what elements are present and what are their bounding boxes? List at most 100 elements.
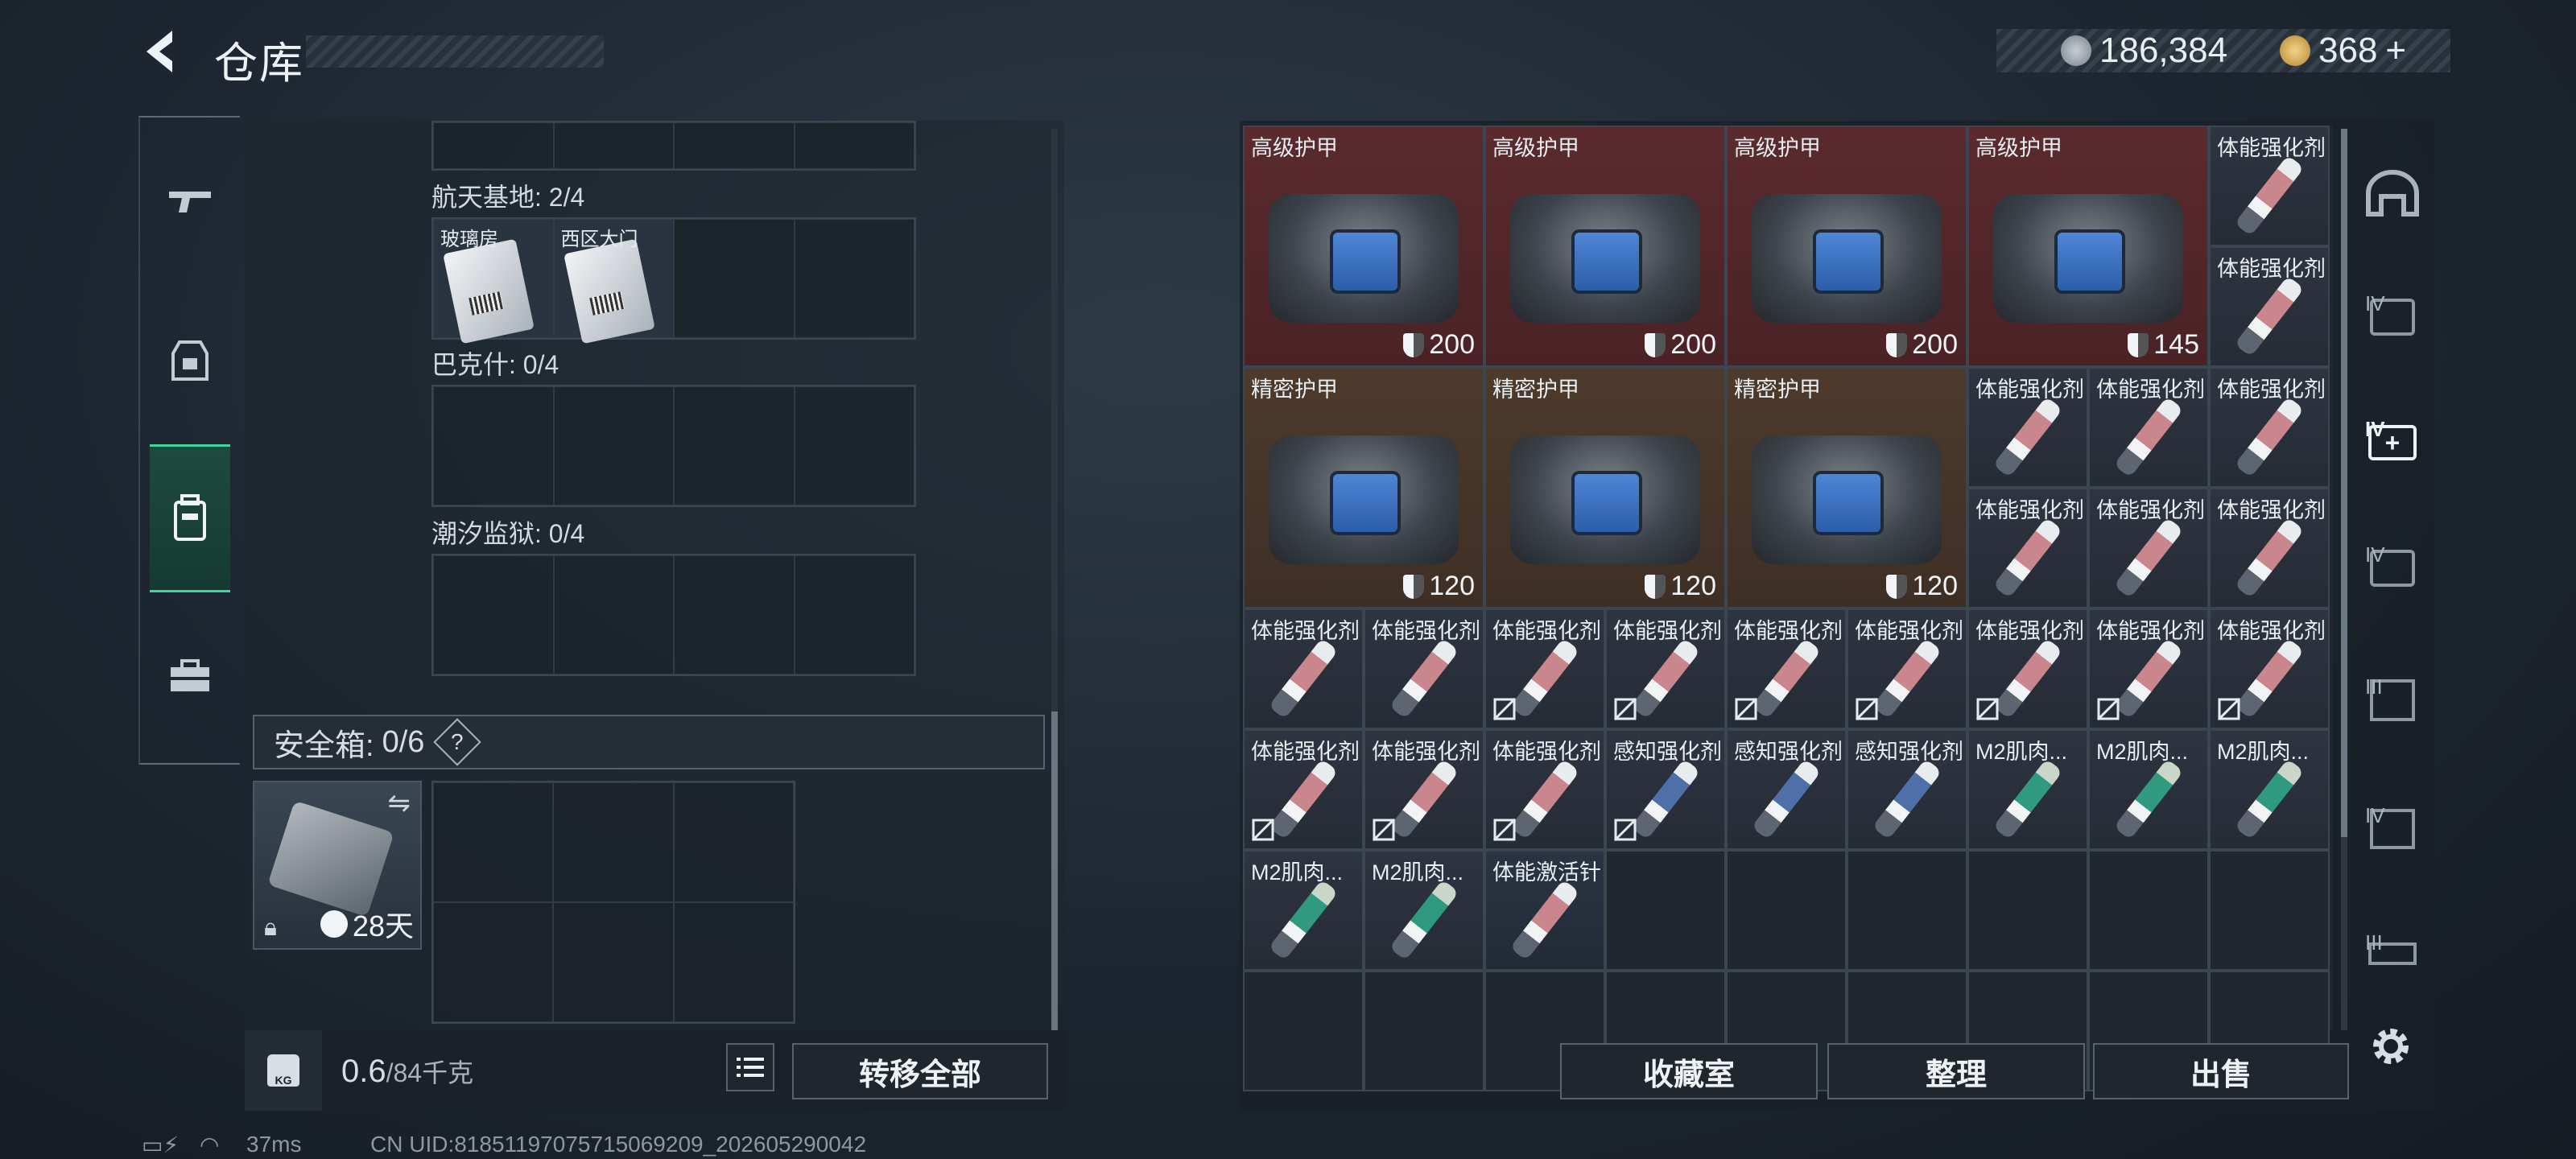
right-nav-folder-4[interactable]: IV bbox=[2359, 789, 2426, 869]
empty-slot[interactable] bbox=[2088, 850, 2209, 971]
consumable-item[interactable]: 体能强化剂 bbox=[2209, 367, 2330, 488]
consumable-item[interactable]: 体能强化剂 bbox=[1364, 608, 1484, 729]
right-nav-armor-4b[interactable]: IV bbox=[2359, 528, 2426, 608]
safebox-slot[interactable] bbox=[433, 782, 554, 902]
consumable-item[interactable]: 体能强化剂 bbox=[1364, 729, 1484, 850]
empty-slot[interactable] bbox=[1364, 971, 1484, 1091]
keycard-slot[interactable] bbox=[794, 386, 914, 505]
list-view-button[interactable] bbox=[726, 1043, 774, 1091]
consumable-item[interactable]: 体能强化剂 bbox=[1847, 608, 1967, 729]
safebox-slot[interactable] bbox=[553, 782, 674, 902]
nav-equipment[interactable] bbox=[150, 312, 230, 409]
keycard-slot[interactable] bbox=[433, 386, 554, 505]
keycard-slot[interactable] bbox=[674, 386, 795, 505]
armor-item[interactable]: 高级护甲 200 bbox=[1243, 126, 1484, 367]
keycard-slot[interactable] bbox=[674, 122, 795, 169]
item-name: 体能强化剂 bbox=[1251, 619, 1360, 643]
shield-icon bbox=[1645, 574, 1666, 599]
safebox-slot[interactable] bbox=[433, 902, 554, 1022]
right-nav-gun-3[interactable]: III bbox=[2359, 926, 2426, 982]
keycard-slot[interactable] bbox=[433, 555, 554, 674]
collection-room-button[interactable]: 收藏室 bbox=[1560, 1043, 1818, 1099]
consumable-item[interactable]: M2肌肉... bbox=[2209, 729, 2330, 850]
consumable-item[interactable]: 体能强化剂 bbox=[2209, 126, 2330, 246]
empty-slot[interactable] bbox=[1243, 971, 1364, 1091]
consumable-item[interactable]: 感知强化剂 bbox=[1605, 729, 1726, 850]
sell-button[interactable]: 出售 bbox=[2093, 1043, 2349, 1099]
empty-slot[interactable] bbox=[1847, 850, 1967, 971]
shield-icon bbox=[2128, 332, 2149, 357]
keycard-slot[interactable]: 玻璃房 bbox=[433, 219, 554, 344]
consumable-item[interactable]: 体能强化剂 bbox=[1243, 608, 1364, 729]
right-nav-helmet[interactable] bbox=[2359, 153, 2426, 233]
safebox-slot[interactable] bbox=[553, 902, 674, 1022]
sort-button[interactable]: 整理 bbox=[1827, 1043, 2085, 1099]
silver-currency: 186,384 bbox=[2061, 31, 2227, 71]
consumable-item[interactable]: 感知强化剂 bbox=[1847, 729, 1967, 850]
consumable-item[interactable]: 体能强化剂 bbox=[1726, 608, 1847, 729]
consumable-item[interactable]: 体能强化剂 bbox=[2088, 367, 2209, 488]
nav-toolbox[interactable] bbox=[150, 628, 230, 724]
armor-item[interactable]: 精密护甲 120 bbox=[1484, 367, 1726, 608]
transfer-all-button[interactable]: 转移全部 bbox=[792, 1043, 1048, 1099]
consumable-item[interactable]: 体能强化剂 bbox=[2088, 608, 2209, 729]
consumable-item[interactable]: 体能激活针 bbox=[1484, 850, 1605, 971]
consumable-item[interactable]: 体能强化剂 bbox=[1967, 608, 2088, 729]
keycard-slot[interactable] bbox=[553, 122, 674, 169]
settings-gear-icon[interactable] bbox=[2367, 1022, 2415, 1070]
keycard-slot[interactable] bbox=[433, 122, 554, 169]
consumable-item[interactable]: 体能强化剂 bbox=[1967, 488, 2088, 608]
empty-slot[interactable] bbox=[2209, 850, 2330, 971]
swap-icon[interactable]: ⇋ bbox=[388, 787, 411, 819]
keycard-slot[interactable] bbox=[794, 219, 914, 338]
keycard-slot[interactable] bbox=[674, 219, 795, 338]
nav-backpack[interactable] bbox=[150, 444, 230, 592]
consumable-item[interactable]: 体能强化剂 bbox=[1605, 608, 1726, 729]
consumable-item[interactable]: 体能强化剂 bbox=[2209, 246, 2330, 367]
armor-item[interactable]: 高级护甲 200 bbox=[1484, 126, 1726, 367]
add-gold-button[interactable]: + bbox=[2385, 31, 2406, 71]
keycard-slot[interactable] bbox=[674, 555, 795, 674]
consumable-item[interactable]: 体能强化剂 bbox=[1243, 729, 1364, 850]
consumable-item[interactable]: 体能强化剂 bbox=[1967, 367, 2088, 488]
safebox-slot[interactable] bbox=[673, 902, 794, 1022]
consumable-item[interactable]: 感知强化剂 bbox=[1726, 729, 1847, 850]
consumable-item[interactable]: 体能强化剂 bbox=[1484, 729, 1605, 850]
empty-slot[interactable] bbox=[1605, 850, 1726, 971]
consumable-item[interactable]: 体能强化剂 bbox=[2088, 488, 2209, 608]
safebox-slot[interactable] bbox=[673, 782, 794, 902]
back-arrow-icon[interactable] bbox=[137, 26, 185, 77]
empty-slot[interactable] bbox=[1967, 850, 2088, 971]
stash-scrollbar-thumb[interactable] bbox=[1051, 711, 1058, 1030]
right-nav-medkit-4[interactable]: IV + bbox=[2359, 402, 2426, 483]
armor-item[interactable]: 高级护甲 145 bbox=[1967, 126, 2209, 367]
armor-item[interactable]: 精密护甲 120 bbox=[1726, 367, 1967, 608]
consumable-item[interactable]: M2肌肉... bbox=[1967, 729, 2088, 850]
safebox-item[interactable]: ⇋ 🔒︎ 28天 bbox=[253, 781, 422, 950]
nav-weapons[interactable] bbox=[150, 153, 230, 250]
keycard-slot[interactable] bbox=[794, 555, 914, 674]
keycard-slot[interactable] bbox=[553, 386, 674, 505]
armor-item[interactable]: 高级护甲 200 bbox=[1726, 126, 1967, 367]
armor-item[interactable]: 精密护甲 120 bbox=[1243, 367, 1484, 608]
title-stripe bbox=[306, 35, 604, 68]
consumable-item[interactable]: 体能强化剂 bbox=[2209, 608, 2330, 729]
keycard-slot[interactable] bbox=[794, 122, 914, 169]
keycard-slot[interactable]: 西区大门 bbox=[553, 219, 674, 344]
right-nav-warning-3[interactable]: III bbox=[2359, 660, 2426, 740]
gold-currency[interactable]: 368 + bbox=[2280, 31, 2406, 71]
right-nav-armor-4[interactable]: IV bbox=[2359, 277, 2426, 357]
help-icon[interactable]: ? bbox=[433, 718, 482, 766]
inventory-scrollbar-thumb[interactable] bbox=[2341, 129, 2347, 837]
consumable-item[interactable]: M2肌肉... bbox=[1243, 850, 1364, 971]
consumable-item[interactable]: 体能强化剂 bbox=[2209, 488, 2330, 608]
help-glyph: ? bbox=[451, 728, 464, 754]
keycard-slot[interactable] bbox=[553, 555, 674, 674]
shield-icon bbox=[1403, 332, 1425, 357]
section-label-aerospace: 航天基地: 2/4 bbox=[431, 183, 585, 212]
consumable-item[interactable]: 体能强化剂 bbox=[1484, 608, 1605, 729]
consumable-item[interactable]: M2肌肉... bbox=[1364, 850, 1484, 971]
empty-slot[interactable] bbox=[1726, 850, 1847, 971]
safebox-label: 安全箱: bbox=[274, 728, 374, 763]
consumable-item[interactable]: M2肌肉... bbox=[2088, 729, 2209, 850]
